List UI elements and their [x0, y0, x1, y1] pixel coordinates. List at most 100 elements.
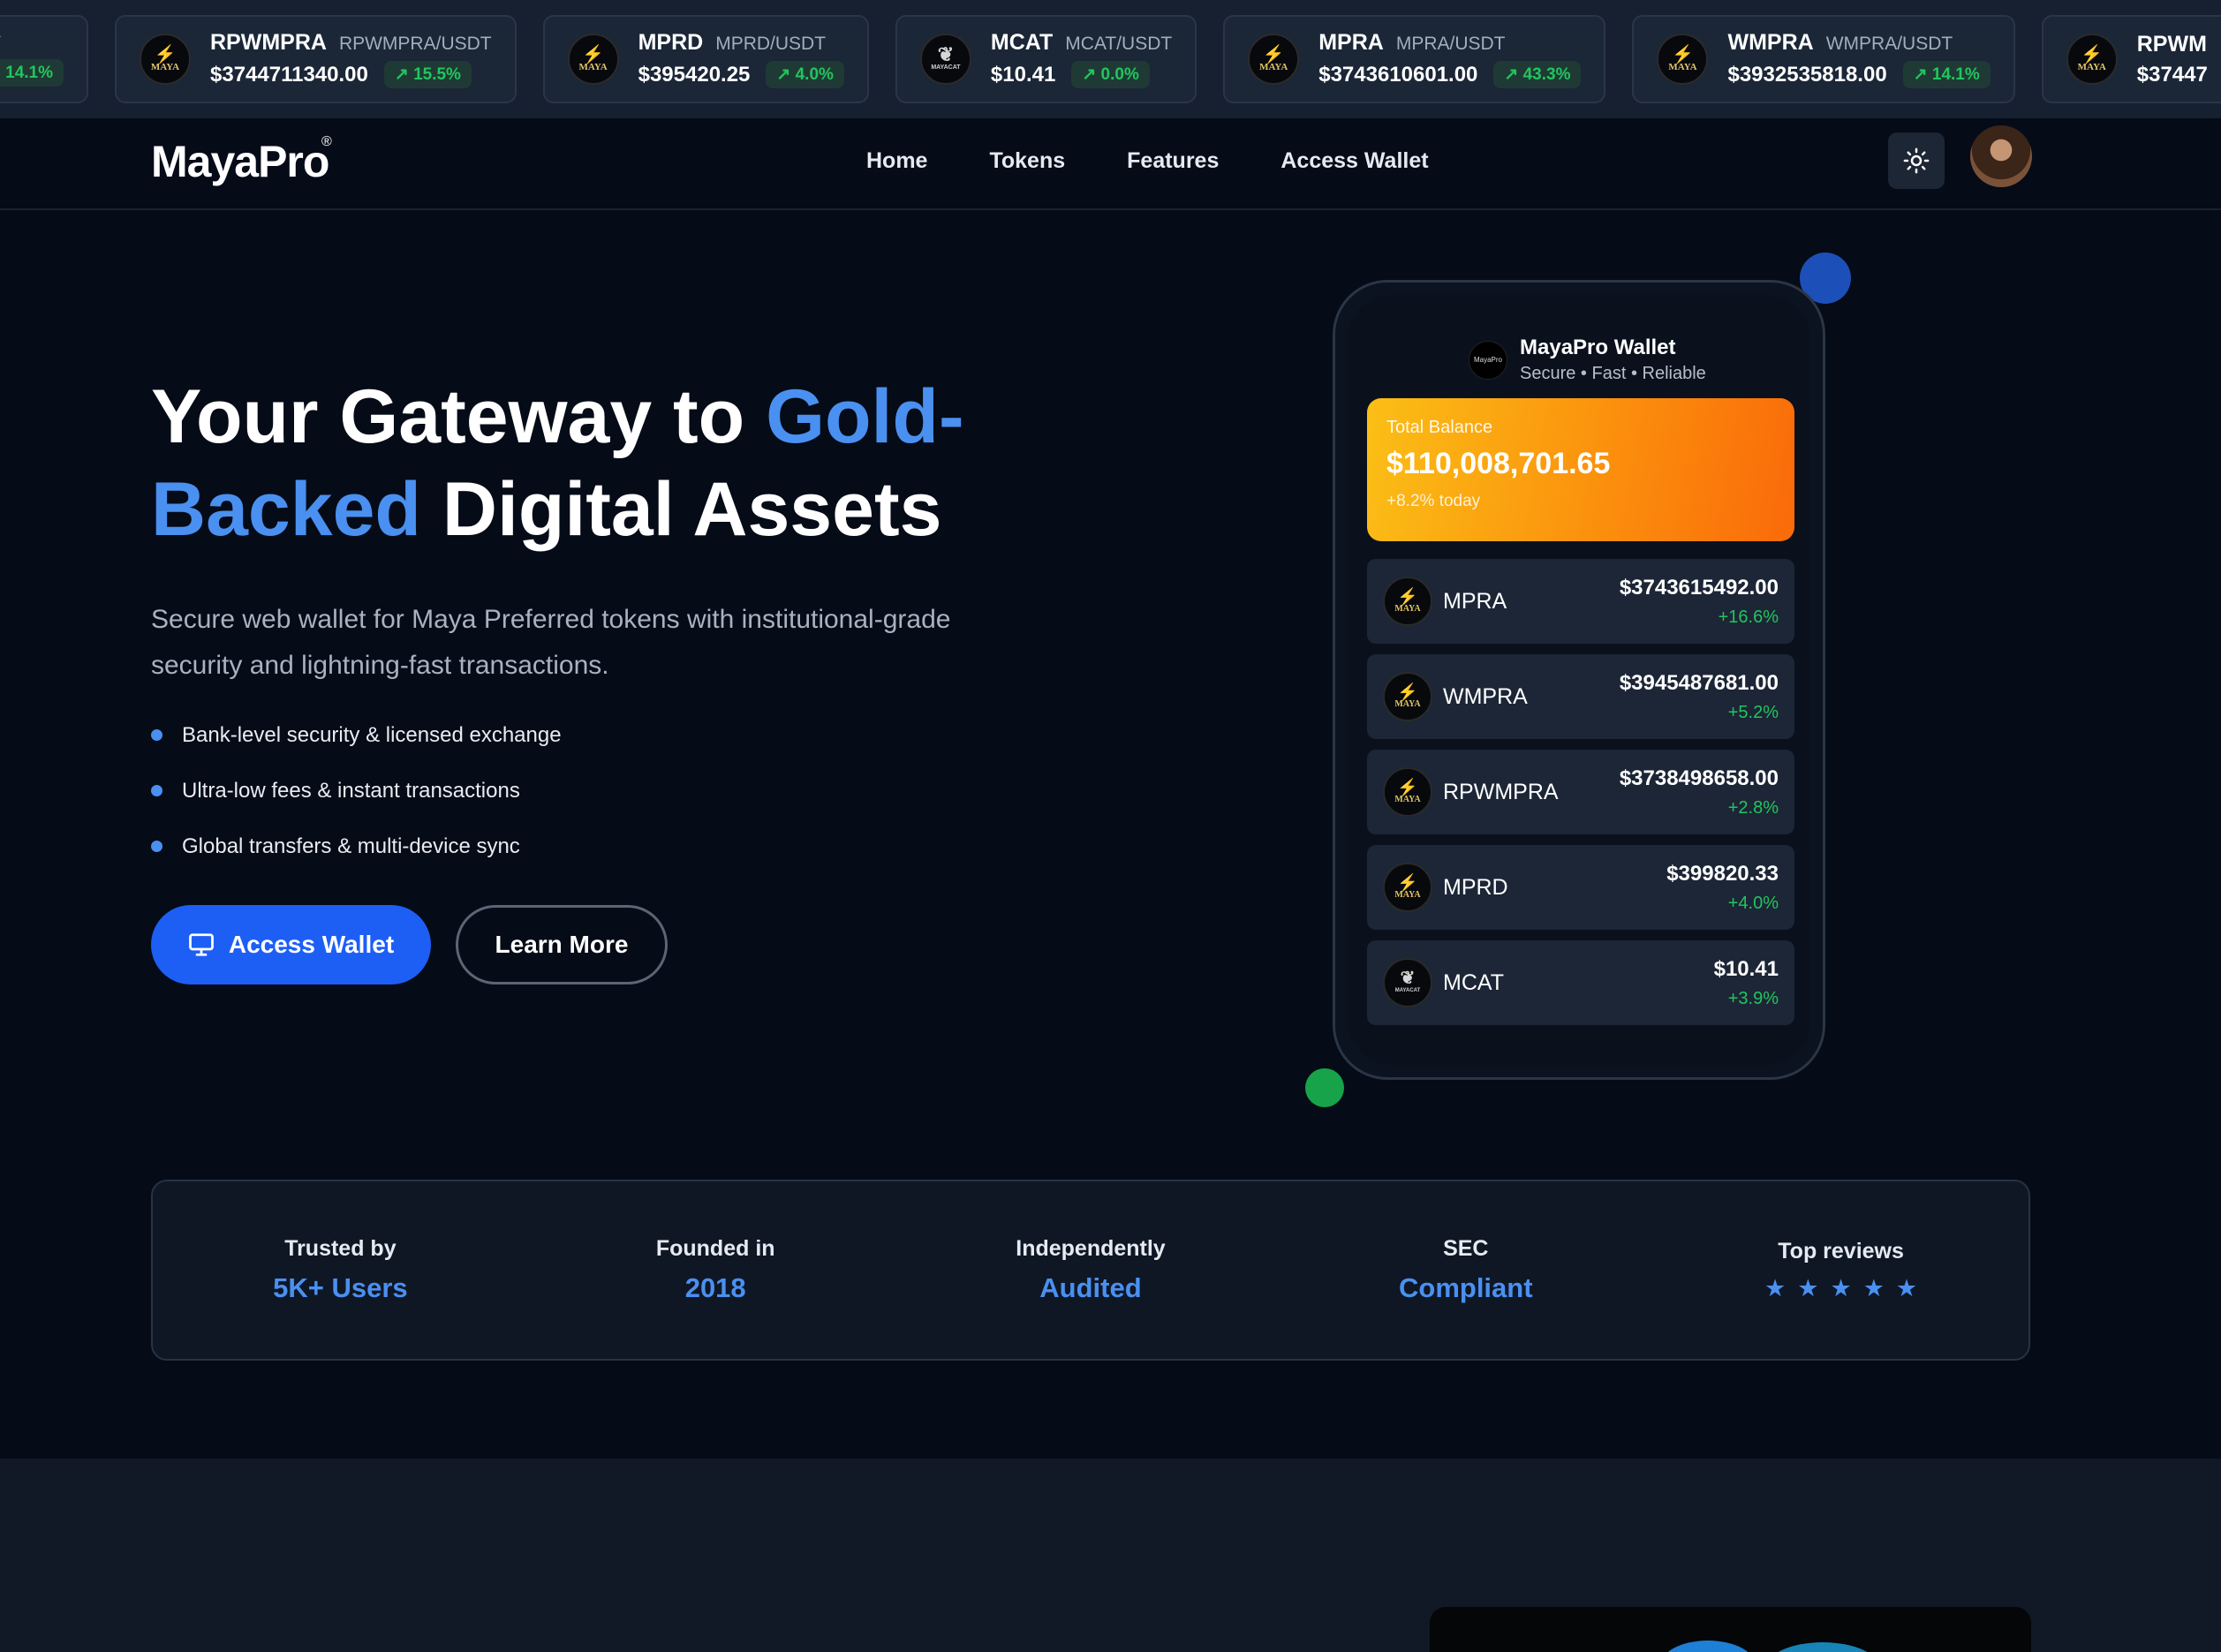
hero-subtitle: Secure web wallet for Maya Preferred tok…: [151, 605, 951, 680]
trust-item: Founded in 2018: [528, 1236, 903, 1304]
trust-item: Independently Audited: [903, 1236, 1279, 1304]
ticker-info: DT ↗ 14.1%: [0, 33, 64, 87]
maya-preferred-logo-icon: ⚡ MAYA: [1383, 672, 1432, 721]
token-change: +4.0%: [1727, 893, 1779, 913]
trust-item: Trusted by 5K+ Users: [153, 1236, 528, 1304]
bullet-icon: [151, 841, 162, 852]
nav-links: Home Tokens Features Access Wallet: [866, 148, 1429, 174]
ticker-pair: RPWMPRA/USDT: [338, 34, 492, 54]
balance-change: +8.2% today: [1386, 492, 1481, 510]
monitor-icon: [188, 933, 214, 956]
star-icon: ★: [1797, 1274, 1819, 1301]
learn-more-button[interactable]: Learn More: [456, 905, 668, 984]
navbar: MayaPro ® Home Tokens Features Access Wa…: [0, 118, 2221, 210]
token-change: +3.9%: [1727, 988, 1779, 1008]
nav-link-access-wallet[interactable]: Access Wallet: [1280, 148, 1428, 174]
star-icon: ★: [1895, 1274, 1918, 1301]
preview-card: [1430, 1607, 2031, 1652]
trust-value: 2018: [684, 1272, 746, 1303]
trust-value: 5K+ Users: [273, 1272, 408, 1303]
ticker-card[interactable]: ⚡ MAYA MPRA MPRA/USDT $3743610601.00 ↗ 43.3…: [1223, 15, 1606, 103]
token-row[interactable]: ⚡ MAYA MPRA $3743615492.00 +16.6%: [1367, 559, 1794, 644]
mayapro-logo-icon: MayaPro: [1469, 340, 1507, 380]
token-price: $3743615492.00: [1619, 575, 1779, 600]
token-row[interactable]: ⚡ MAYA RPWMPRA $3738498658.00 +2.8%: [1367, 750, 1794, 834]
trust-label: Independently: [1016, 1236, 1166, 1261]
trust-item: Top reviews ★ ★ ★ ★ ★: [1653, 1239, 2028, 1302]
rating-stars: ★ ★ ★ ★ ★: [1764, 1275, 1917, 1302]
price-ticker: DT ↗ 14.1% ⚡MAYA RPWMPRA RPWMPRA/USDT $37…: [0, 0, 2221, 118]
ticker-card[interactable]: ❦ MAYACAT MCAT MCAT/USDT $10.41 ↗ 0.0%: [895, 15, 1197, 103]
feature-item: Global transfers & multi-device sync: [151, 834, 562, 858]
ticker-pair: MPRA/USDT: [1395, 34, 1506, 54]
wallet-phone-mockup: MayaPro MayaPro Wallet Secure • Fast • R…: [1333, 280, 1825, 1080]
trust-item: SEC Compliant: [1278, 1236, 1653, 1304]
token-name: RPWMPRA: [1443, 779, 1559, 804]
maya-preferred-logo-icon: ⚡ MAYA: [1383, 767, 1432, 817]
hero-title: Your Gateway to Gold- Backed Digital Asse…: [151, 374, 964, 552]
ticker-change: ↗ 4.0%: [766, 61, 844, 88]
ticker-change: ↗ 0.0%: [1071, 61, 1150, 88]
brand-registered-mark: ®: [321, 134, 332, 149]
feature-item: Ultra-low fees & instant transactions: [151, 779, 562, 803]
wallet-name: MayaPro Wallet: [1520, 336, 1676, 359]
star-icon: ★: [1862, 1274, 1885, 1301]
ticker-symbol: RPWM: [2136, 31, 2207, 57]
ticker-symbol: MPRA: [1318, 30, 1384, 55]
feature-list: Bank-level security & licensed exchange …: [151, 723, 562, 858]
ticker-change: ↗ 14.1%: [1902, 61, 1991, 88]
ticker-card[interactable]: ⚡ MAYA MPRD MPRD/USDT $395420.25 ↗ 4.0%: [542, 15, 869, 103]
token-name: WMPRA: [1443, 683, 1528, 709]
ticker-pair: MCAT/USDT: [1065, 34, 1173, 54]
ticker-card[interactable]: ⚡ MAYA WMPRA WMPRA/USDT $3932535818.00 ↗ 14…: [1632, 15, 2015, 103]
ticker-symbol: RPWMPRA: [210, 30, 327, 55]
nav-link-features[interactable]: Features: [1127, 148, 1219, 174]
access-wallet-button[interactable]: Access Wallet: [151, 905, 431, 984]
token-row[interactable]: ⚡ MAYA WMPRA $3945487681.00 +5.2%: [1367, 654, 1794, 739]
ticker-price: $10.41: [990, 62, 1056, 87]
token-list: ⚡ MAYA MPRA $3743615492.00 +16.6% ⚡ MAYA WM…: [1367, 559, 1794, 1025]
ticker-pair: WMPRA/USDT: [1825, 34, 1953, 54]
trust-value: Compliant: [1399, 1272, 1533, 1303]
sun-icon: [1903, 147, 1930, 174]
nav-link-tokens[interactable]: Tokens: [989, 148, 1065, 174]
ticker-change: ↗ 43.3%: [1493, 61, 1582, 88]
ticker-pair: MPRD/USDT: [715, 34, 827, 54]
theme-toggle-button[interactable]: [1888, 132, 1945, 189]
ticker-card[interactable]: ⚡ MAYA RPWMPRA RPWMPRA/USDT $3744711340.00…: [115, 15, 517, 103]
feature-item: Bank-level security & licensed exchange: [151, 723, 562, 747]
phone-screen: MayaPro MayaPro Wallet Secure • Fast • R…: [1348, 295, 1810, 1065]
token-row[interactable]: ❦ MAYACAT MCAT $10.41 +3.9%: [1367, 940, 1794, 1025]
maya-preferred-logo-icon: ⚡ MAYA: [567, 34, 619, 85]
brand-logo[interactable]: MayaPro: [151, 136, 329, 187]
token-price: $3945487681.00: [1619, 670, 1779, 695]
trust-label: Trusted by: [284, 1236, 397, 1261]
ticker-price: $3743610601.00: [1318, 62, 1478, 87]
token-name: MCAT: [1443, 969, 1504, 995]
decorative-shape: [1659, 1641, 1756, 1652]
ticker-symbol: MPRD: [638, 30, 704, 55]
maya-preferred-logo-icon: ⚡ MAYA: [1383, 577, 1432, 626]
mayacat-logo-icon: ❦ MAYACAT: [1383, 958, 1432, 1007]
nav-link-home[interactable]: Home: [866, 148, 927, 174]
decorative-shape: [1765, 1642, 1880, 1652]
token-change: +16.6%: [1718, 607, 1779, 627]
trust-label: Founded in: [655, 1236, 775, 1261]
ticker-card[interactable]: DT ↗ 14.1%: [0, 15, 88, 103]
decorative-dot: [1305, 1068, 1344, 1107]
balance-value: $110,008,701.65: [1386, 447, 1611, 480]
token-name: MPRD: [1443, 874, 1508, 900]
balance-card: Total Balance $110,008,701.65 +8.2% toda…: [1367, 398, 1794, 541]
user-avatar[interactable]: [1970, 125, 2032, 187]
maya-preferred-logo-icon: ⚡ MAYA: [1248, 34, 1300, 85]
token-row[interactable]: ⚡ MAYA MPRD $399820.33 +4.0%: [1367, 845, 1794, 930]
trust-label: SEC: [1443, 1236, 1489, 1261]
ticker-price: $3932535818.00: [1727, 62, 1887, 87]
ticker-pair: DT: [0, 33, 1, 54]
ticker-symbol: MCAT: [990, 30, 1054, 55]
maya-preferred-logo-icon: ⚡ MAYA: [140, 34, 191, 85]
maya-preferred-logo-icon: ⚡ MAYA: [1657, 34, 1709, 85]
wallet-tagline: Secure • Fast • Reliable: [1520, 364, 1706, 383]
token-change: +2.8%: [1727, 797, 1779, 818]
ticker-card[interactable]: ⚡ MAYA RPWM $37447: [2041, 15, 2221, 103]
